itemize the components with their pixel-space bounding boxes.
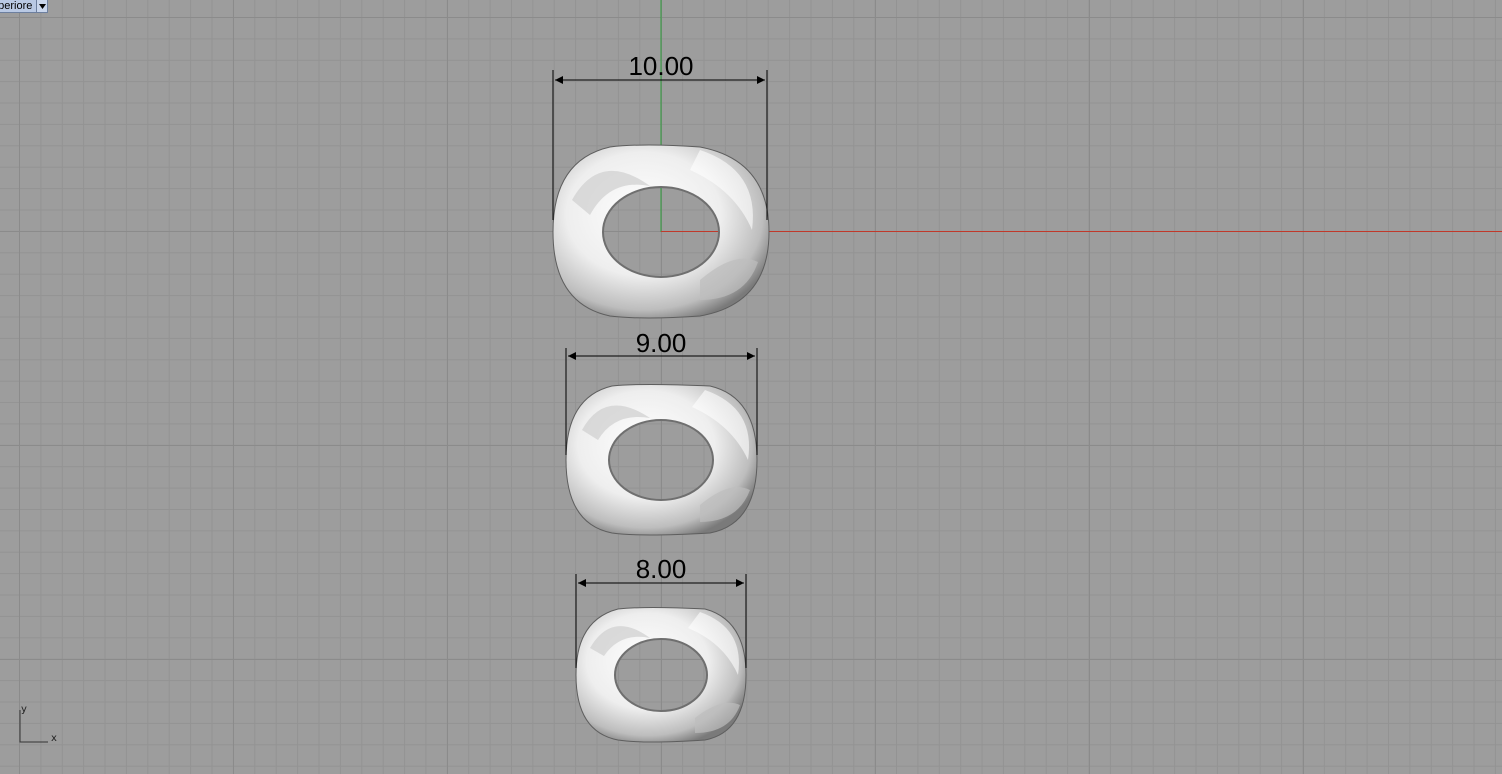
axis-y-label: y [21, 704, 27, 715]
viewport-name[interactable]: uperiore [0, 0, 36, 12]
ring-object-3[interactable] [575, 607, 747, 743]
ring-object-2[interactable] [565, 384, 758, 536]
top-viewport[interactable]: 10.00 9.00 8.00 periore y x [0, 0, 1502, 774]
triangle-down-icon[interactable] [36, 0, 48, 12]
dimension-label: 9.00 [636, 328, 687, 358]
viewport-scene: 10.00 9.00 8.00 [552, 0, 1502, 743]
dimension-label: 10.00 [628, 51, 693, 81]
viewport-title-tab[interactable]: uperiore [0, 0, 49, 13]
axis-x-label: x [51, 733, 57, 744]
world-axes-icon: y x [14, 702, 64, 752]
dimension-label: 8.00 [636, 554, 687, 584]
